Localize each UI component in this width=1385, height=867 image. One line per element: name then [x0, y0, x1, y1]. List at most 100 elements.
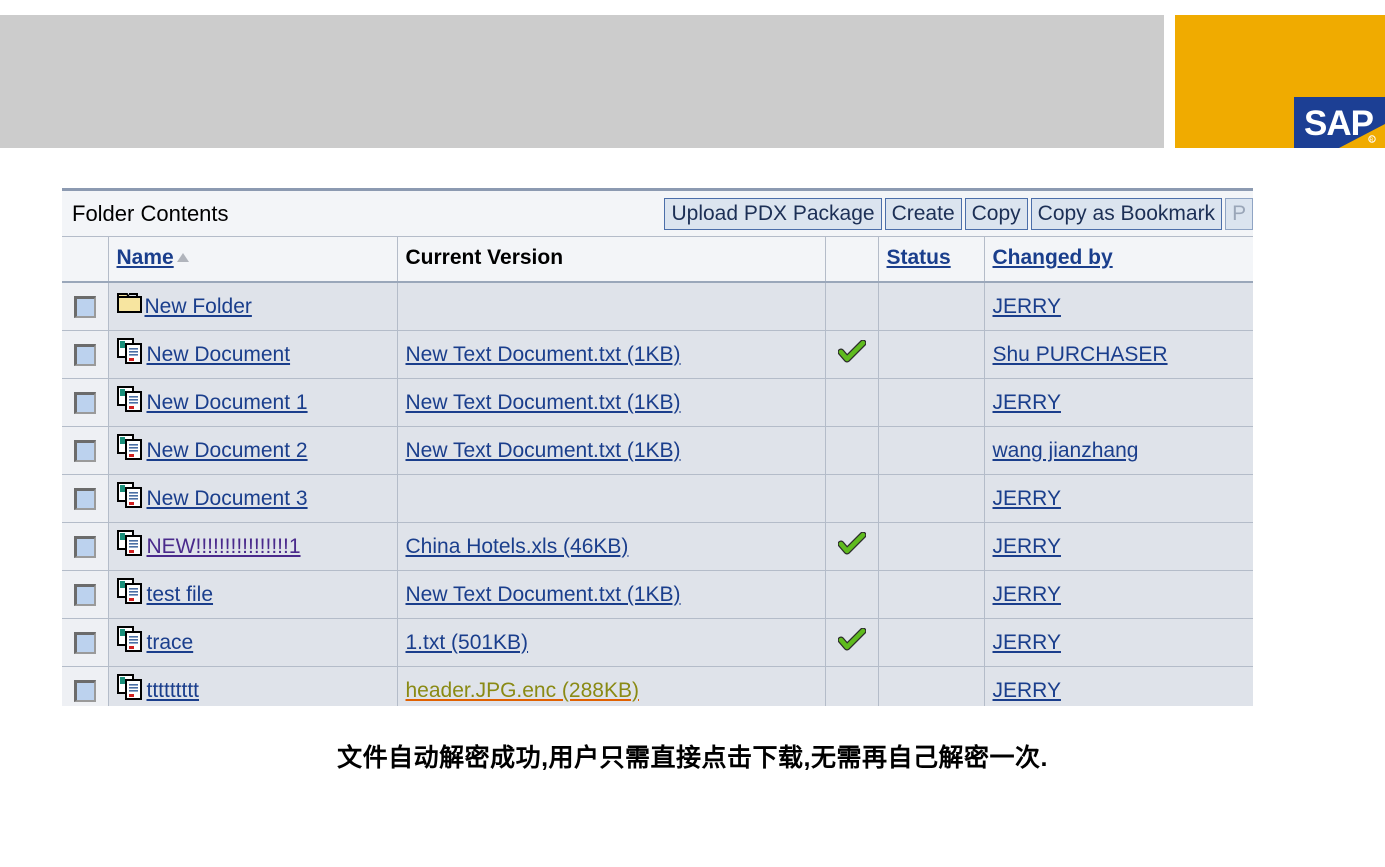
document-stack-icon	[116, 481, 145, 514]
cell-current-version[interactable]: header.JPG.enc (288KB)	[397, 666, 826, 706]
row-select-cell[interactable]	[62, 426, 109, 475]
cell-current-version[interactable]: New Text Document.txt (1KB)	[397, 378, 826, 427]
figure-caption: 文件自动解密成功,用户只需直接点击下载,无需再自己解密一次.	[337, 744, 1048, 772]
cell-changed-by[interactable]: JERRY	[984, 474, 1253, 523]
row-checkbox[interactable]	[73, 631, 96, 654]
row-name-link[interactable]: New Document 1	[147, 391, 308, 415]
column-header-changed-by[interactable]: Changed by	[984, 236, 1253, 283]
cell-name[interactable]: New Document 1	[108, 378, 398, 427]
copy-button[interactable]: Copy	[964, 197, 1028, 230]
column-header-status-link[interactable]: Status	[887, 246, 951, 269]
row-version-link[interactable]: 1.txt (501KB)	[406, 631, 529, 654]
column-header-name[interactable]: Name	[108, 236, 398, 283]
cell-status	[878, 378, 985, 427]
row-select-cell[interactable]	[62, 282, 109, 331]
cell-name[interactable]: New Document 3	[108, 474, 398, 523]
row-changed-by-link[interactable]: JERRY	[993, 631, 1061, 654]
row-checkbox[interactable]	[73, 583, 96, 606]
row-select-cell[interactable]	[62, 378, 109, 427]
row-select-cell[interactable]	[62, 522, 109, 571]
cell-status	[878, 666, 985, 706]
row-changed-by-link[interactable]: JERRY	[993, 535, 1061, 558]
cell-changed-by[interactable]: JERRY	[984, 666, 1253, 706]
row-select-cell[interactable]	[62, 330, 109, 379]
cell-status	[878, 570, 985, 619]
row-name-link[interactable]: test file	[147, 583, 214, 607]
row-version-link[interactable]: New Text Document.txt (1KB)	[406, 583, 681, 606]
row-name-link[interactable]: ttttttttt	[147, 679, 200, 703]
row-checkbox[interactable]	[73, 391, 96, 414]
row-checkbox[interactable]	[73, 343, 96, 366]
cell-name[interactable]: ttttttttt	[108, 666, 398, 706]
upload-pdx-package-button[interactable]: Upload PDX Package	[664, 197, 882, 230]
table-row[interactable]: New Document 1 New Text Document.txt (1KB…	[62, 378, 1253, 427]
cell-current-version[interactable]: New Text Document.txt (1KB)	[397, 570, 826, 619]
row-name-link[interactable]: New Document 3	[147, 487, 308, 511]
column-header-changed-by-link[interactable]: Changed by	[993, 246, 1113, 269]
cell-name[interactable]: test file	[108, 570, 398, 619]
row-changed-by-link[interactable]: JERRY	[993, 679, 1061, 702]
cell-changed-by[interactable]: JERRY	[984, 378, 1253, 427]
create-button[interactable]: Create	[884, 197, 962, 230]
cell-current-version[interactable]: New Text Document.txt (1KB)	[397, 330, 826, 379]
row-name-link[interactable]: New Document	[147, 343, 291, 367]
row-changed-by-link[interactable]: JERRY	[993, 391, 1061, 414]
cell-changed-by[interactable]: JERRY	[984, 570, 1253, 619]
row-version-link[interactable]: New Text Document.txt (1KB)	[406, 391, 681, 414]
table-row[interactable]: New Document New Text Document.txt (1KB) S…	[62, 330, 1253, 379]
table-row[interactable]: trace 1.txt (501KB) JERRY	[62, 618, 1253, 667]
table-row[interactable]: New Document 2 New Text Document.txt (1KB…	[62, 426, 1253, 475]
table-row[interactable]: test file New Text Document.txt (1KB) JERR…	[62, 570, 1253, 619]
cell-name[interactable]: New Folder	[108, 282, 398, 331]
copy-as-bookmark-button[interactable]: Copy as Bookmark	[1030, 197, 1223, 230]
row-select-cell[interactable]	[62, 618, 109, 667]
cell-changed-by[interactable]: wang jianzhang	[984, 426, 1253, 475]
row-version-link[interactable]: New Text Document.txt (1KB)	[406, 439, 681, 462]
row-name-link[interactable]: trace	[147, 631, 194, 655]
document-stack-icon	[116, 433, 145, 466]
row-checkbox[interactable]	[73, 295, 96, 318]
svg-text:R: R	[1370, 137, 1374, 143]
cell-changed-by[interactable]: Shu PURCHASER	[984, 330, 1253, 379]
cell-name[interactable]: New Document	[108, 330, 398, 379]
row-version-link[interactable]: New Text Document.txt (1KB)	[406, 343, 681, 366]
row-checkbox[interactable]	[73, 439, 96, 462]
row-changed-by-link[interactable]: JERRY	[993, 487, 1061, 510]
cell-changed-by[interactable]: JERRY	[984, 618, 1253, 667]
cell-current-version[interactable]: 1.txt (501KB)	[397, 618, 826, 667]
cell-current-version[interactable]: New Text Document.txt (1KB)	[397, 426, 826, 475]
row-version-link[interactable]: header.JPG.enc (288KB)	[406, 679, 639, 702]
cell-name[interactable]: New Document 2	[108, 426, 398, 475]
column-header-name-link[interactable]: Name	[117, 246, 174, 269]
row-version-link[interactable]: China Hotels.xls (46KB)	[406, 535, 629, 558]
cell-flag	[825, 570, 879, 619]
document-stack-icon	[116, 673, 145, 706]
cell-current-version	[397, 474, 826, 523]
row-select-cell[interactable]	[62, 474, 109, 523]
row-name-link[interactable]: New Document 2	[147, 439, 308, 463]
cell-current-version[interactable]: China Hotels.xls (46KB)	[397, 522, 826, 571]
row-changed-by-link[interactable]: JERRY	[993, 583, 1061, 606]
row-name-link[interactable]: New Folder	[145, 295, 252, 319]
row-checkbox[interactable]	[73, 679, 96, 702]
table-row[interactable]: New Folder JERRY	[62, 282, 1253, 331]
table-row[interactable]: ttttttttt header.JPG.enc (288KB) JERRY	[62, 666, 1253, 706]
row-checkbox[interactable]	[73, 487, 96, 510]
cell-changed-by[interactable]: JERRY	[984, 282, 1253, 331]
row-changed-by-link[interactable]: Shu PURCHASER	[993, 343, 1168, 366]
row-changed-by-link[interactable]: JERRY	[993, 295, 1061, 318]
table-row[interactable]: NEW!!!!!!!!!!!!!!!!1 China Hotels.xls (46…	[62, 522, 1253, 571]
cell-status	[878, 426, 985, 475]
row-select-cell[interactable]	[62, 570, 109, 619]
cell-name[interactable]: trace	[108, 618, 398, 667]
cell-name[interactable]: NEW!!!!!!!!!!!!!!!!1	[108, 522, 398, 571]
table-row[interactable]: New Document 3 JERRY	[62, 474, 1253, 523]
column-header-current-version: Current Version	[397, 236, 826, 283]
row-select-cell[interactable]	[62, 666, 109, 706]
cell-changed-by[interactable]: JERRY	[984, 522, 1253, 571]
row-changed-by-link[interactable]: wang jianzhang	[993, 439, 1139, 462]
table-body: New Folder JERRY New Document New Text Docu…	[62, 282, 1253, 706]
row-checkbox[interactable]	[73, 535, 96, 558]
row-name-link[interactable]: NEW!!!!!!!!!!!!!!!!1	[147, 535, 301, 559]
column-header-status[interactable]: Status	[878, 236, 985, 283]
